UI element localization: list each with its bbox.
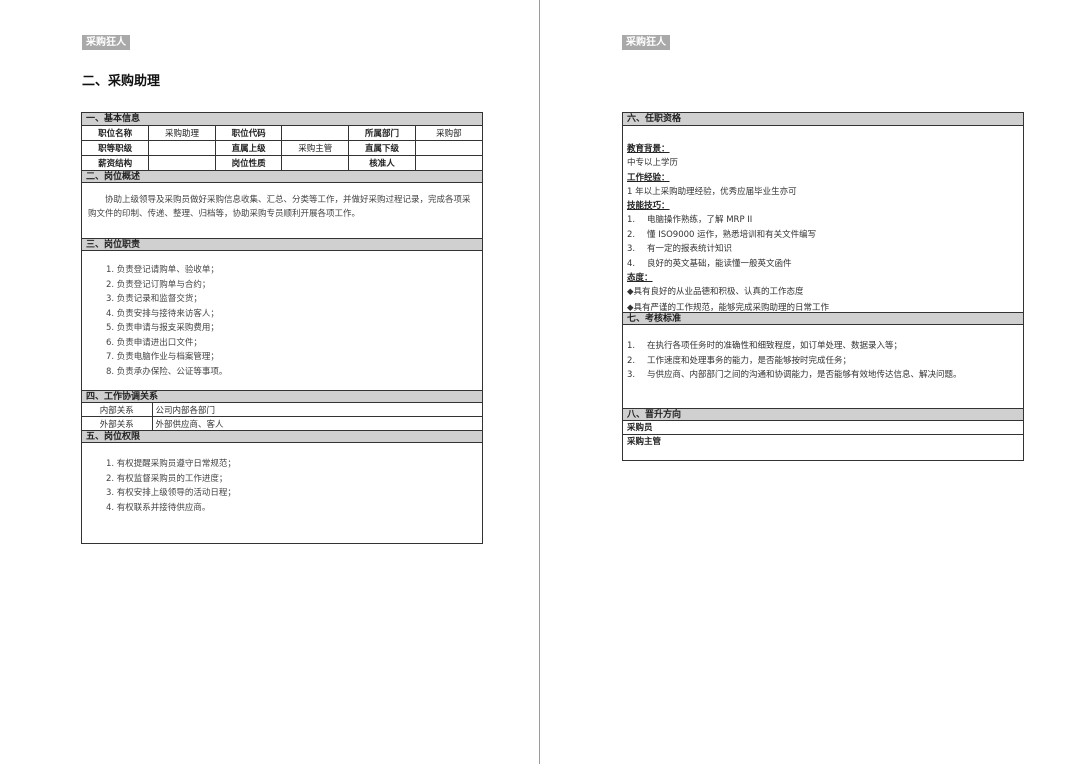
table-cell: 内部关系 <box>82 403 153 417</box>
list-item: 1. 在执行各项任务时的准确性和细致程度，如订单处理、数据录入等； <box>627 341 903 351</box>
page-title: 二、采购助理 <box>82 74 161 89</box>
list-item: ◆具有良好的从业品德和积极、认真的工作态度 <box>627 287 804 297</box>
list-item: 2. 负责登记订购单与合约； <box>106 279 211 290</box>
promotion-item: 采购员 <box>623 421 1023 435</box>
table-cell <box>414 140 482 156</box>
list-item: 2. 懂 ISO9000 运作，熟悉培训和有关文件编写 <box>627 229 817 240</box>
table-cell <box>414 155 482 170</box>
table-cell: 直属上级 <box>214 140 283 156</box>
skills-label: 技能技巧： <box>627 201 670 211</box>
duties-list: 1. 负责登记请购单、验收单； 2. 负责登记订购单与合约； 3. 负责记录和监… <box>82 251 482 390</box>
section-promotion-header: 八、晋升方向 <box>623 408 1023 421</box>
authority-list: 1. 有权提醒采购员遵守日常规范； 2. 有权监督采购员的工作进度； 3. 有权… <box>82 443 482 525</box>
promotion-item: 采购主管 <box>627 437 662 447</box>
table-cell <box>281 126 350 141</box>
list-item: 3. 与供应商、内部部门之间的沟通和协调能力，是否能够有效地传达信息、解决问题。 <box>627 370 962 380</box>
list-item: 1. 负责登记请购单、验收单； <box>106 265 219 275</box>
table-cell: 核准人 <box>348 155 416 170</box>
list-item: 1. 有权提醒采购员遵守日常规范； <box>106 459 236 469</box>
list-item: 4. 良好的英文基础，能读懂一般英文函件 <box>627 258 792 269</box>
table-cell: 所属部门 <box>348 126 416 141</box>
table-cell: 薪资结构 <box>82 155 150 170</box>
list-item: 3. 负责记录和监督交货； <box>106 294 202 304</box>
qualification-box: 六、任职资格 教育背景： 中专以上学历 工作经验： 1 年以上采购助理经验，优秀… <box>622 112 1024 461</box>
table-cell <box>148 155 216 170</box>
table-cell: 岗位性质 <box>214 155 283 170</box>
table-row: 职等职级 直属上级 采购主管 直属下级 <box>82 140 482 156</box>
basic-info-table: 职位名称 采购助理 职位代码 所属部门 采购部 职等职级 直属上级 采购主管 直… <box>82 126 482 170</box>
table-cell: 公司内部各部门 <box>151 403 482 417</box>
list-item: 4. 有权联系并接待供应商。 <box>106 502 211 513</box>
section-authority-header: 五、岗位权限 <box>82 430 482 443</box>
table-cell: 直属下级 <box>348 140 416 156</box>
list-item: 3. 有权安排上级领导的活动日程； <box>106 488 236 498</box>
section-qualification-header: 六、任职资格 <box>623 113 1023 126</box>
table-cell <box>281 155 350 170</box>
table-cell: 职等职级 <box>82 140 150 156</box>
table-row: 内部关系 公司内部各部门 <box>82 403 482 417</box>
table-cell: 外部关系 <box>82 416 153 430</box>
list-item: 1. 电脑操作熟练，了解 MRP II <box>627 215 753 225</box>
table-cell: 采购助理 <box>148 126 216 141</box>
logo-badge: 采购狂人 <box>622 35 670 50</box>
table-cell <box>148 140 216 156</box>
list-item: 5. 负责申请与报支采购费用； <box>106 323 219 333</box>
attitude-label: 态度： <box>627 273 653 283</box>
experience-label: 工作经验： <box>627 172 670 183</box>
table-cell: 职位代码 <box>214 126 283 141</box>
section-overview-header: 二、岗位概述 <box>82 170 482 183</box>
qualification-content: 教育背景： 中专以上学历 工作经验： 1 年以上采购助理经验，优秀应届毕业生亦可… <box>623 126 1023 313</box>
table-row: 职位名称 采购助理 职位代码 所属部门 采购部 <box>82 126 482 141</box>
table-row: 外部关系 外部供应商、客人 <box>82 416 482 430</box>
list-item: 7. 负责电脑作业与档案管理； <box>106 352 219 362</box>
job-description-box: 一、基本信息 职位名称 采购助理 职位代码 所属部门 采购部 职等职级 直属上级… <box>81 112 483 544</box>
table-cell: 职位名称 <box>82 126 150 141</box>
assessment-content: 1. 在执行各项任务时的准确性和细致程度，如订单处理、数据录入等； 2. 工作速度和… <box>623 325 1023 408</box>
education-label: 教育背景： <box>627 144 670 154</box>
relations-table: 内部关系 公司内部各部门 外部关系 外部供应商、客人 <box>82 403 482 430</box>
section-relations-header: 四、工作协调关系 <box>82 390 482 403</box>
table-cell: 采购主管 <box>281 140 350 156</box>
education-text: 中专以上学历 <box>627 158 679 168</box>
experience-text: 1 年以上采购助理经验，优秀应届毕业生亦可 <box>627 186 797 197</box>
list-item: 3. 有一定的报表统计知识 <box>627 244 733 254</box>
logo-badge: 采购狂人 <box>82 35 130 50</box>
table-row: 薪资结构 岗位性质 核准人 <box>82 155 482 170</box>
list-item: 2. 工作速度和处理事务的能力，是否能够按时完成任务； <box>627 355 852 366</box>
section-basic-header: 一、基本信息 <box>82 113 482 126</box>
list-item: 6. 负责申请进出口文件； <box>106 337 202 348</box>
table-cell: 外部供应商、客人 <box>151 416 482 430</box>
section-duties-header: 三、岗位职责 <box>82 238 482 251</box>
list-item: 2. 有权监督采购员的工作进度； <box>106 473 228 484</box>
list-item: 4. 负责安排与接待来访客人； <box>106 308 219 319</box>
overview-text: 协助上级领导及采购员做好采购信息收集、汇总、分类等工作，并做好采购过程记录，完成… <box>88 195 471 219</box>
table-cell: 采购部 <box>414 126 482 141</box>
list-item: 8. 负责承办保险、公证等事项。 <box>106 366 228 377</box>
right-page: 采购狂人 六、任职资格 教育背景： 中专以上学历 工作经验： 1 年以上采购助理… <box>540 0 1080 764</box>
left-page: 采购狂人 二、采购助理 一、基本信息 职位名称 采购助理 职位代码 所属部门 采… <box>0 0 539 764</box>
